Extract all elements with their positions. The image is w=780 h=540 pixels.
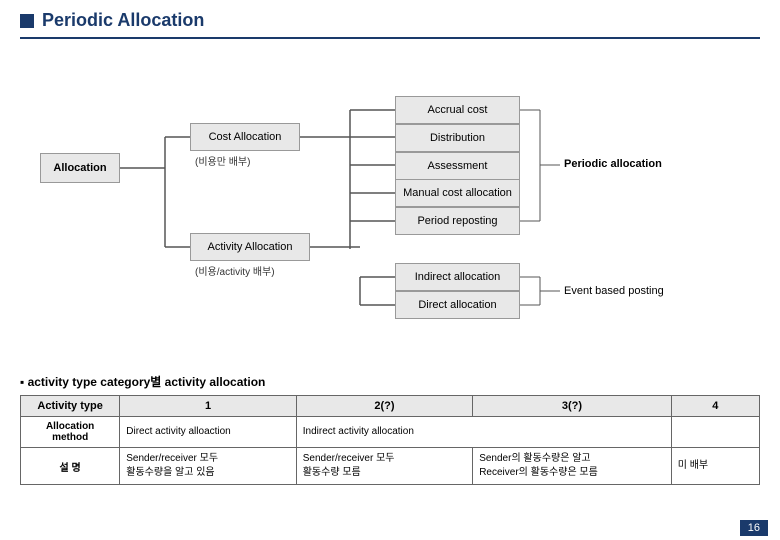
col-header-3: 3(?) <box>473 396 672 417</box>
period-reposting-box: Period reposting <box>395 207 520 235</box>
assessment-box: Assessment <box>395 152 520 180</box>
row2-col4: Sender의 활동수량은 알고Receiver의 활동수량은 모름 <box>473 448 672 485</box>
row1-col1: Allocation method <box>21 417 120 448</box>
indirect-allocation-box: Indirect allocation <box>395 263 520 291</box>
table-row-description: 설 명 Sender/receiver 모두활동수량을 알고 있음 Sender… <box>21 448 760 485</box>
row2-col2: Sender/receiver 모두활동수량을 알고 있음 <box>120 448 296 485</box>
col-header-activity-type: Activity type <box>21 396 120 417</box>
manual-cost-allocation-box: Manual cost allocation <box>395 179 520 207</box>
row1-col5 <box>671 417 759 448</box>
row1-col2: Direct activity alloaction <box>120 417 296 448</box>
row2-col1: 설 명 <box>21 448 120 485</box>
event-based-posting-label: Event based posting <box>564 285 664 297</box>
diagram-connectors <box>20 53 760 363</box>
activity-allocation-sub: (비용/activity 배부) <box>195 263 275 278</box>
accrual-cost-box: Accrual cost <box>395 96 520 124</box>
direct-allocation-box: Direct allocation <box>395 291 520 319</box>
page: Periodic Allocation <box>0 0 780 540</box>
title-icon <box>20 14 34 28</box>
col-header-2: 2(?) <box>296 396 472 417</box>
row2-col5: 미 배부 <box>671 448 759 485</box>
allocation-box: Allocation <box>40 153 120 183</box>
row1-col3: Indirect activity allocation <box>296 417 671 448</box>
cost-allocation-box: Cost Allocation <box>190 123 300 151</box>
cost-allocation-sub: (비용만 배부) <box>195 153 250 168</box>
section-label: ▪ activity type category별 activity alloc… <box>20 373 760 390</box>
diagram-area: Allocation Cost Allocation (비용만 배부) Acti… <box>20 53 760 363</box>
periodic-allocation-label: Periodic allocation <box>564 158 662 170</box>
title-bar: Periodic Allocation <box>20 10 760 39</box>
activity-allocation-box: Activity Allocation <box>190 233 310 261</box>
col-header-4: 4 <box>671 396 759 417</box>
row2-col3: Sender/receiver 모두활동수량 모름 <box>296 448 472 485</box>
table-row-allocation: Allocation method Direct activity alloac… <box>21 417 760 448</box>
page-title: Periodic Allocation <box>42 10 204 31</box>
col-header-1: 1 <box>120 396 296 417</box>
distribution-box: Distribution <box>395 124 520 152</box>
activity-table: Activity type 1 2(?) 3(?) 4 Allocation m… <box>20 395 760 485</box>
page-number: 16 <box>740 520 768 536</box>
